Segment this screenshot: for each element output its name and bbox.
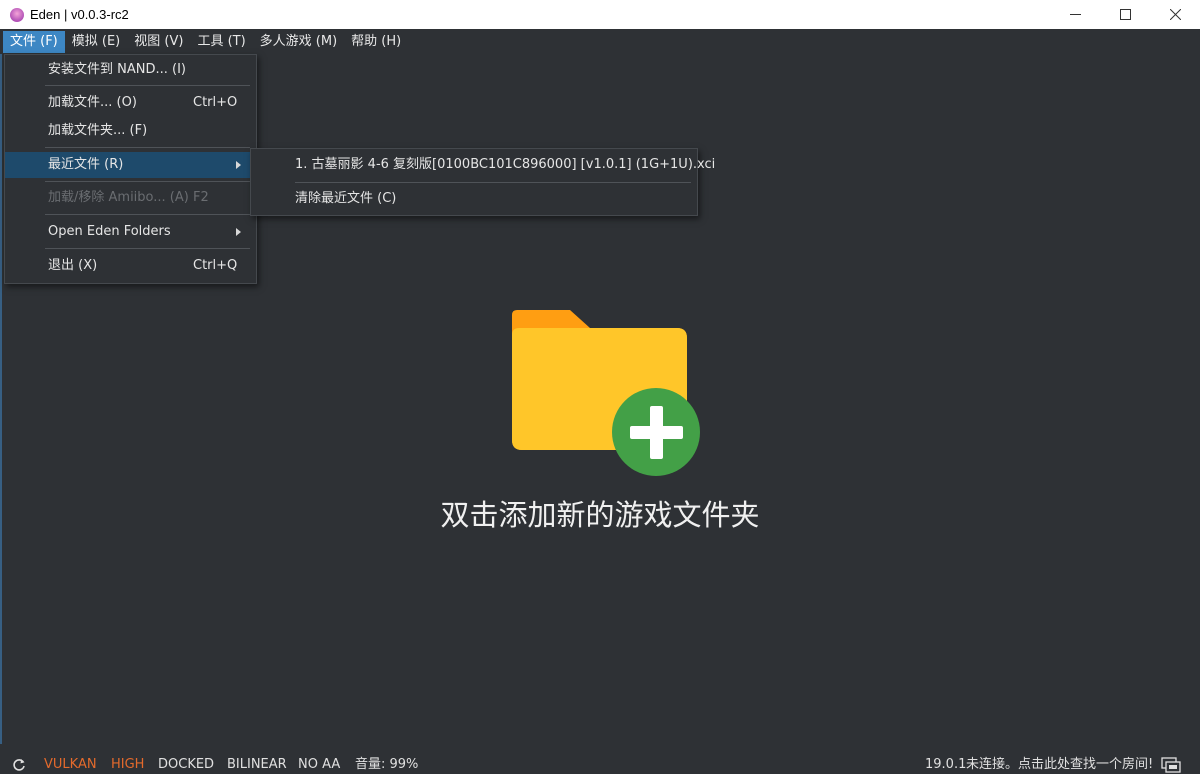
submenu-arrow-icon: [236, 161, 241, 169]
file-menu-dropdown: 安装文件到 NAND... (I) 加载文件... (O) Ctrl+O 加载文…: [4, 54, 257, 284]
status-bar: VULKAN HIGH DOCKED BILINEAR NO AA 音量: 99…: [0, 754, 1200, 774]
menu-tools[interactable]: 工具 (T): [190, 31, 252, 53]
window-controls: [1050, 0, 1200, 29]
menu-separator: [45, 85, 250, 86]
maximize-button[interactable]: [1100, 0, 1150, 29]
status-antialiasing[interactable]: NO AA: [298, 757, 340, 773]
menu-item-label: 加载/移除 Amiibo... (A): [48, 190, 189, 205]
app-icon: [10, 7, 24, 22]
menu-item-open-folders[interactable]: Open Eden Folders: [5, 219, 256, 245]
menu-item-load-file[interactable]: 加载文件... (O) Ctrl+O: [5, 90, 256, 116]
menu-item-exit[interactable]: 退出 (X) Ctrl+Q: [5, 253, 256, 279]
menu-item-label: 退出 (X): [48, 258, 98, 273]
menu-item-amiibo[interactable]: 加载/移除 Amiibo... (A) F2: [5, 185, 256, 211]
close-button[interactable]: [1150, 0, 1200, 29]
submenu-arrow-icon: [236, 228, 241, 236]
multiplayer-icon[interactable]: [1161, 757, 1181, 773]
title-bar: Eden | v0.0.3-rc2: [0, 0, 1200, 29]
shortcut-label: Ctrl+O: [193, 95, 238, 110]
maximize-icon: [1119, 9, 1131, 20]
menu-multiplayer[interactable]: 多人游戏 (M): [253, 31, 345, 53]
menu-separator: [45, 248, 250, 249]
status-version: 19.0.1: [925, 757, 967, 772]
menu-separator: [45, 214, 250, 215]
menu-emulation[interactable]: 模拟 (E): [65, 31, 128, 53]
clear-recent-files[interactable]: 清除最近文件 (C): [251, 186, 697, 212]
close-icon: [1169, 9, 1181, 20]
recent-files-submenu: 1. 古墓丽影 4-6 复刻版[0100BC101C896000] [v1.0.…: [250, 148, 715, 216]
menu-item-label: 加载文件... (O): [48, 95, 137, 110]
menu-separator: [295, 182, 691, 183]
status-accuracy[interactable]: HIGH: [111, 757, 144, 773]
menu-item-recent-files[interactable]: 最近文件 (R): [5, 152, 256, 178]
status-filter[interactable]: BILINEAR: [227, 757, 287, 773]
menu-item-load-folder[interactable]: 加载文件夹... (F): [5, 118, 256, 144]
status-dock-mode[interactable]: DOCKED: [158, 757, 214, 773]
shortcut-label: Ctrl+Q: [193, 258, 238, 273]
shortcut-label: F2: [193, 190, 209, 205]
minimize-button[interactable]: [1050, 0, 1100, 29]
menu-bar: 文件 (F) 模拟 (E) 视图 (V) 工具 (T) 多人游戏 (M) 帮助 …: [0, 29, 1200, 54]
menu-help[interactable]: 帮助 (H): [344, 31, 408, 53]
menu-item-label: 加载文件夹... (F): [48, 123, 148, 138]
add-folder-prompt[interactable]: 双击添加新的游戏文件夹: [400, 492, 800, 534]
status-graphics-api[interactable]: VULKAN: [44, 757, 97, 773]
menu-item-label: 安装文件到 NAND... (I): [48, 62, 186, 77]
refresh-icon[interactable]: [12, 758, 26, 772]
left-accent-line: [0, 54, 2, 744]
minimize-icon: [1069, 14, 1081, 15]
menu-item-label: Open Eden Folders: [48, 224, 171, 239]
status-network[interactable]: 未连接。点击此处查找一个房间!: [966, 757, 1153, 773]
menu-item-label: 最近文件 (R): [48, 157, 124, 172]
menu-view[interactable]: 视图 (V): [127, 31, 190, 53]
status-volume[interactable]: 音量: 99%: [355, 757, 418, 773]
recent-file-item[interactable]: 1. 古墓丽影 4-6 复刻版[0100BC101C896000] [v1.0.…: [251, 152, 715, 178]
window-title: Eden | v0.0.3-rc2: [30, 7, 129, 22]
menu-separator: [45, 181, 250, 182]
menu-file[interactable]: 文件 (F): [3, 30, 65, 53]
menu-item-install-nand[interactable]: 安装文件到 NAND... (I): [5, 57, 256, 83]
add-folder-icon[interactable]: [505, 305, 705, 480]
menu-separator: [45, 147, 250, 148]
